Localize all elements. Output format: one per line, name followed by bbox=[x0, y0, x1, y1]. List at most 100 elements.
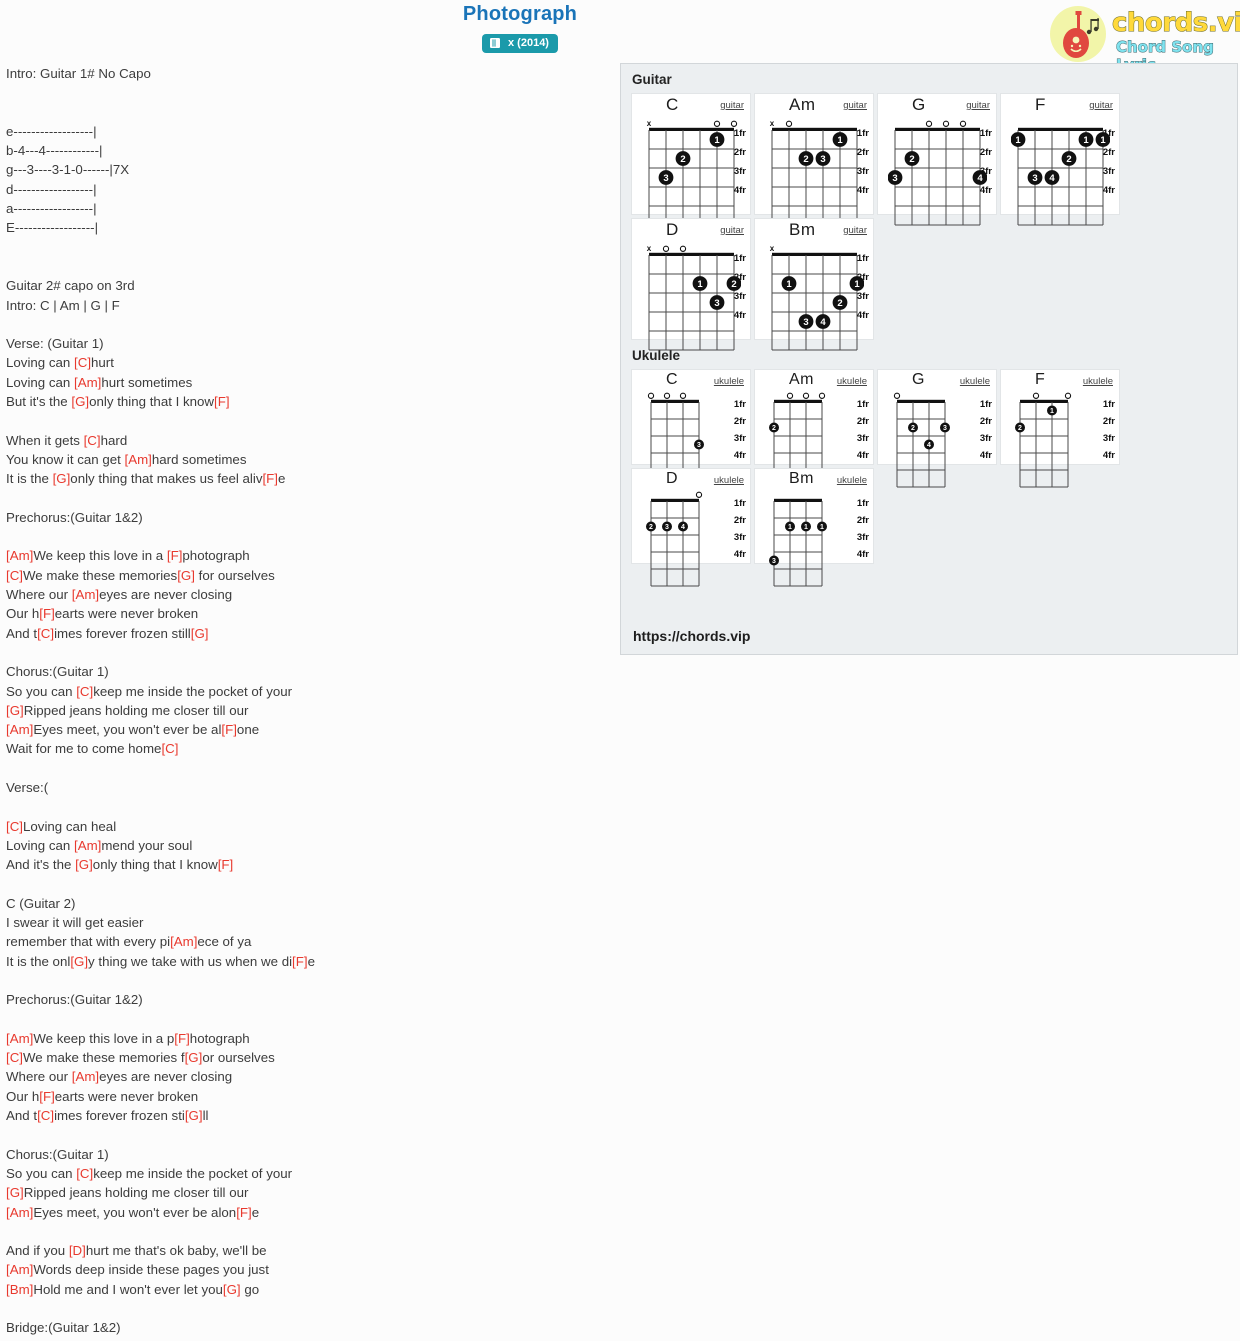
chord-tag[interactable]: [G] bbox=[177, 568, 195, 583]
lyric-line: remember that with every pi[Am]ece of ya bbox=[6, 934, 252, 950]
chord-tag[interactable]: [G] bbox=[191, 626, 209, 641]
chord-tag[interactable]: [G] bbox=[6, 703, 24, 718]
chord-tag[interactable]: [F] bbox=[218, 857, 234, 872]
lyric-line: Chorus:(Guitar 1) bbox=[6, 664, 109, 680]
chord-card-ukulele-Am[interactable]: Am ukulele 2 1fr 2fr 3fr 4fr bbox=[754, 369, 874, 488]
chord-tag[interactable]: [F] bbox=[236, 1205, 252, 1220]
chord-tag[interactable]: [G] bbox=[223, 1282, 241, 1297]
chord-tag[interactable]: [Am] bbox=[6, 1262, 33, 1277]
chord-tag[interactable]: [Am] bbox=[72, 587, 99, 602]
chord-tag[interactable]: [Am] bbox=[6, 1031, 33, 1046]
svg-text:x: x bbox=[770, 120, 775, 128]
chord-card-ukulele-G[interactable]: Gukulele 2 3 4 1fr 2fr 3fr 4fr bbox=[877, 369, 997, 488]
chord-card-guitar-F[interactable]: Fguitar 1 1 1 2 3 4 1fr 2fr 3fr 4fr bbox=[1000, 93, 1120, 226]
instrument-label[interactable]: guitar bbox=[720, 225, 744, 236]
instrument-label[interactable]: guitar bbox=[843, 225, 867, 236]
site-logo[interactable]: chords.vip Chord Song Lyric bbox=[1038, 2, 1240, 74]
chord-tag[interactable]: [F] bbox=[214, 394, 230, 409]
fret-labels: 1fr 2fr 3fr 4fr bbox=[734, 249, 746, 325]
chord-tag[interactable]: [Am] bbox=[170, 934, 197, 949]
chord-tag[interactable]: [C] bbox=[74, 355, 91, 370]
chord-tag[interactable]: [Bm] bbox=[6, 1282, 33, 1297]
chord-tag[interactable]: [F] bbox=[292, 954, 308, 969]
book-icon bbox=[489, 37, 502, 49]
chord-tag[interactable]: [F] bbox=[174, 1031, 190, 1046]
instrument-label[interactable]: guitar bbox=[1089, 100, 1113, 111]
chord-tag[interactable]: [G] bbox=[6, 1185, 24, 1200]
chord-tag[interactable]: [Am] bbox=[125, 452, 152, 467]
fret-label: 3fr bbox=[733, 291, 746, 302]
chord-tag[interactable]: [F] bbox=[39, 606, 55, 621]
chord-tag[interactable]: [Am] bbox=[6, 722, 33, 737]
chord-tag[interactable]: [F] bbox=[167, 548, 183, 563]
site-url[interactable]: https://chords.vip bbox=[633, 628, 750, 644]
chord-tag[interactable]: [Am] bbox=[72, 1069, 99, 1084]
chord-diagram-F: 12 bbox=[1015, 392, 1072, 488]
chord-card-guitar-Am[interactable]: Am guitar x 1 2 3 1fr 2fr 3fr 4fr bbox=[754, 93, 874, 226]
svg-text:x: x bbox=[647, 120, 652, 128]
instrument-label[interactable]: guitar bbox=[843, 100, 867, 111]
chord-tag[interactable]: [G] bbox=[185, 1108, 203, 1123]
lyric-line: Wait for me to come h[Am]ome bbox=[6, 1338, 606, 1341]
lyric-line: b-4---4------------| bbox=[6, 143, 103, 159]
chord-tag[interactable]: [Am] bbox=[74, 838, 101, 853]
chord-card-ukulele-F[interactable]: Fukulele 1 2 1fr 2fr 3fr 4fr bbox=[1000, 369, 1120, 488]
instrument-label[interactable]: ukulele bbox=[960, 376, 990, 387]
chord-tag[interactable]: [G] bbox=[185, 1050, 203, 1065]
chord-tag[interactable]: [G] bbox=[70, 954, 88, 969]
chord-tag[interactable]: [G] bbox=[71, 394, 89, 409]
chord-card-ukulele-Bm[interactable]: Bm ukulele 1 1 1 3 1fr 2fr 3fr 4fr bbox=[754, 468, 874, 587]
chord-tag[interactable]: [C] bbox=[6, 819, 23, 834]
chord-tag[interactable]: [Am] bbox=[6, 548, 33, 563]
fret-labels: 1fr 2fr 3fr 4fr bbox=[734, 396, 746, 464]
chord-tag[interactable]: [G] bbox=[75, 857, 93, 872]
chord-tag[interactable]: [C] bbox=[76, 684, 93, 699]
chord-diagram-G: 234 bbox=[888, 120, 987, 226]
svg-text:3: 3 bbox=[1032, 173, 1037, 184]
svg-text:2: 2 bbox=[772, 425, 776, 432]
chord-card-ukulele-C[interactable]: Cukulele 3 1fr 2fr 3fr 4fr bbox=[631, 369, 751, 488]
instrument-label[interactable]: ukulele bbox=[714, 376, 744, 387]
chord-tag[interactable]: [C] bbox=[37, 626, 54, 641]
chord-tag[interactable]: [Am] bbox=[6, 1205, 33, 1220]
chord-tag[interactable]: [Am] bbox=[74, 375, 101, 390]
chord-tag[interactable]: [C] bbox=[161, 741, 178, 756]
instrument-label[interactable]: guitar bbox=[720, 100, 744, 111]
svg-text:4: 4 bbox=[820, 317, 826, 328]
instrument-label[interactable]: ukulele bbox=[837, 376, 867, 387]
chord-card-ukulele-D[interactable]: Dukulele 2 3 4 1fr 2fr 3fr 4fr bbox=[631, 468, 751, 587]
instrument-label[interactable]: ukulele bbox=[1083, 376, 1113, 387]
chord-tag[interactable]: [F] bbox=[39, 1089, 55, 1104]
fret-label: 1fr bbox=[856, 399, 869, 410]
lyric-line bbox=[6, 797, 606, 816]
chord-tag[interactable]: [C] bbox=[84, 433, 101, 448]
fret-label: 4fr bbox=[979, 185, 992, 196]
chord-tag[interactable]: [D] bbox=[69, 1243, 86, 1258]
fret-label: 2fr bbox=[856, 272, 869, 283]
chord-diagram-G: 234 bbox=[893, 392, 950, 488]
chord-tag[interactable]: [C] bbox=[6, 568, 23, 583]
svg-text:2: 2 bbox=[837, 298, 842, 309]
chord-tag[interactable]: [C] bbox=[76, 1166, 93, 1181]
chord-card-guitar-D[interactable]: Dguitar x 1 2 3 1fr 2fr 3fr 4fr bbox=[631, 218, 751, 351]
lyric-line: So you can [C]keep me inside the pocket … bbox=[6, 1165, 293, 1181]
year-badge[interactable]: x (2014) bbox=[482, 34, 558, 53]
chord-tag[interactable]: [G] bbox=[53, 471, 71, 486]
chord-tag[interactable]: [F] bbox=[262, 471, 278, 486]
svg-text:1: 1 bbox=[1083, 135, 1089, 146]
lyric-line bbox=[6, 1299, 606, 1318]
chord-tag[interactable]: [C] bbox=[6, 1050, 23, 1065]
chord-tag[interactable]: [F] bbox=[221, 722, 237, 737]
instrument-label[interactable]: guitar bbox=[966, 100, 990, 111]
lyric-line: C (Guitar 2) bbox=[6, 895, 76, 911]
fret-label: 2fr bbox=[733, 147, 746, 158]
chord-card-guitar-G[interactable]: Gguitar 2 3 4 1fr 2fr 3fr 4fr bbox=[877, 93, 997, 226]
chord-card-guitar-C[interactable]: Cguitar x 1 2 3 1fr 2fr 3fr 4fr bbox=[631, 93, 751, 226]
chord-card-guitar-Bm[interactable]: Bm guitar x 1 1 2 3 4 1fr 2fr 3fr 4fr bbox=[754, 218, 874, 351]
fret-label: 3fr bbox=[856, 433, 869, 444]
instrument-label[interactable]: ukulele bbox=[714, 475, 744, 486]
lyric-line: It is the onl[G]y thing we take with us … bbox=[6, 953, 315, 969]
svg-text:3: 3 bbox=[665, 524, 669, 531]
chord-tag[interactable]: [C] bbox=[37, 1108, 54, 1123]
instrument-label[interactable]: ukulele bbox=[837, 475, 867, 486]
